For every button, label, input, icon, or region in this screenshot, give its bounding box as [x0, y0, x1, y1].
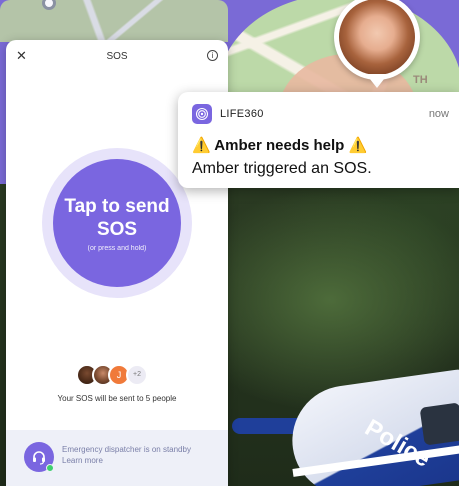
sos-button-ring: Tap to send SOS (or press and hold) — [42, 148, 192, 298]
notification-body: Amber triggered an SOS. — [192, 160, 372, 177]
panel-title: SOS — [106, 51, 128, 62]
sos-button-label: Tap to send SOS — [64, 195, 170, 240]
police-helicopter: Police — [232, 360, 459, 486]
sos-notification[interactable]: LIFE360 now ⚠️ Amber needs help ⚠️ Amber… — [178, 92, 459, 188]
notification-time: now — [428, 108, 449, 120]
sos-panel-header: ✕ SOS i — [6, 40, 228, 72]
notification-title: ⚠️ Amber needs help ⚠️ — [192, 137, 368, 154]
map-peek — [0, 0, 228, 42]
pin-tail — [366, 74, 388, 88]
life360-icon-glyph — [195, 107, 209, 121]
online-status-dot — [46, 464, 54, 472]
sos-button-hint: (or press and hold) — [87, 244, 147, 252]
sos-button[interactable]: Tap to send SOS (or press and hold) — [53, 159, 181, 287]
dispatcher-banner[interactable]: Emergency dispatcher is on standby Learn… — [6, 430, 228, 486]
helicopter-window — [419, 402, 459, 446]
life360-icon — [192, 104, 212, 124]
learn-more-link[interactable]: Learn more — [62, 456, 103, 465]
contact-avatars: J +2 — [76, 364, 166, 388]
headset-icon-glyph — [33, 451, 45, 465]
dispatcher-text: Emergency dispatcher is on standby Learn… — [62, 444, 212, 466]
recipients-text: Your SOS will be sent to 5 people — [57, 394, 177, 403]
map-peek-pin — [42, 0, 56, 10]
notification-app-name: LIFE360 — [220, 108, 264, 120]
map-label: TH — [413, 74, 428, 86]
amber-avatar — [339, 0, 415, 75]
info-icon[interactable]: i — [207, 50, 218, 61]
more-contacts-count: +2 — [126, 364, 148, 386]
dispatcher-status: Emergency dispatcher is on standby — [62, 445, 191, 454]
